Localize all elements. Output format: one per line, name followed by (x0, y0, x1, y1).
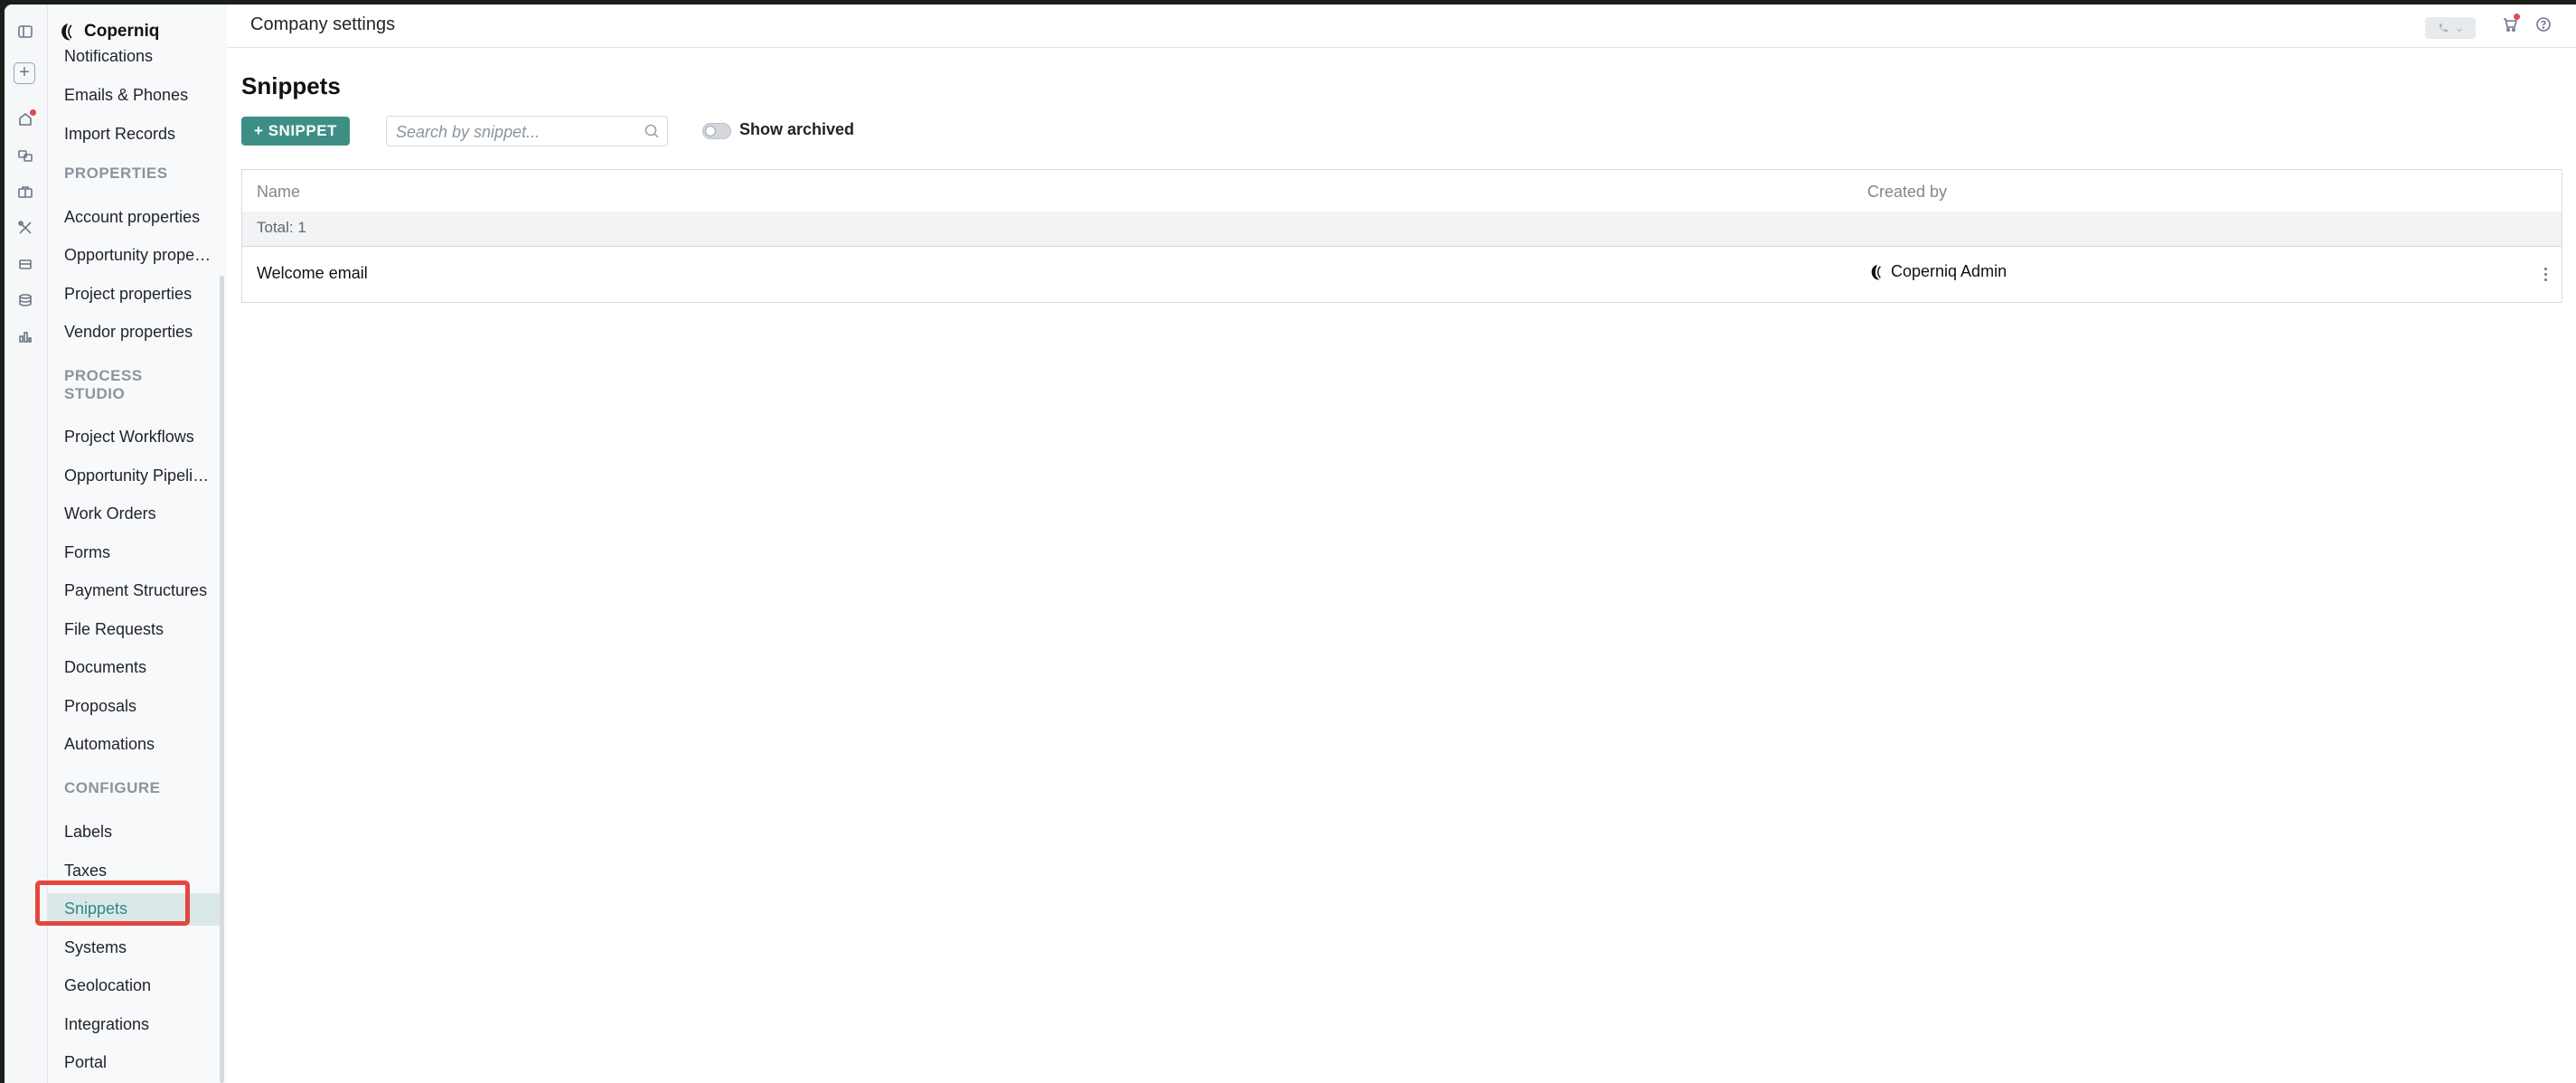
highlight-annotation (35, 881, 190, 926)
toggle-knob (705, 126, 716, 137)
sidebar-item-payment-structures[interactable]: Payment Structures (64, 581, 216, 600)
contacts-icon[interactable] (15, 146, 35, 165)
brand-name: Coperniq (84, 22, 160, 41)
search-input[interactable] (394, 117, 642, 147)
cart-icon[interactable] (2501, 14, 2523, 37)
analytics-icon[interactable] (15, 326, 35, 346)
search-icon (644, 123, 660, 139)
add-icon[interactable]: + (14, 62, 35, 84)
show-archived-label[interactable]: Show archived (739, 120, 854, 139)
brand-header: Coperniq (48, 5, 220, 50)
page-title: Snippets (241, 72, 341, 99)
column-header-name[interactable]: Name (257, 183, 300, 202)
help-icon[interactable] (2534, 15, 2556, 37)
sidebar-item-automations[interactable]: Automations (64, 735, 216, 754)
search-field[interactable] (386, 116, 668, 147)
section-heading-configure: CONFIGURE (64, 779, 161, 796)
briefcase-icon[interactable] (15, 182, 35, 202)
snippet-name[interactable]: Welcome email (257, 264, 368, 283)
sidebar-item-notifications[interactable]: Notifications (64, 47, 216, 66)
sidebar-scrollbar[interactable] (220, 276, 224, 1083)
sidebar-item-proposals[interactable]: Proposals (64, 697, 216, 716)
sidebar-item-opportunity-pipelines[interactable]: Opportunity Pipelines (64, 466, 216, 485)
sidebar-item-systems[interactable]: Systems (64, 938, 216, 957)
sidebar-item-integrations[interactable]: Integrations (64, 1015, 216, 1034)
sidebar-item-import-records[interactable]: Import Records (64, 125, 216, 144)
phone-button[interactable]: ⌄ (2425, 17, 2476, 39)
sidebar-item-geolocation[interactable]: Geolocation (64, 976, 216, 995)
main-content: Snippets + SNIPPET Show archived Name Cr… (227, 48, 2576, 1083)
add-snippet-button[interactable]: + SNIPPET (241, 117, 350, 146)
coperniq-logo-icon (1871, 264, 1881, 279)
created-by-cell: Coperniq Admin (1867, 262, 2007, 281)
sidebar-item-vendor-properties[interactable]: Vendor properties (64, 323, 216, 342)
sidebar-item-emails-phones[interactable]: Emails & Phones (64, 86, 216, 105)
table-row[interactable]: Welcome email Coperniq Admin (242, 246, 2562, 302)
sidebar-item-project-workflows[interactable]: Project Workflows (64, 428, 216, 447)
sidebar-item-labels[interactable]: Labels (64, 823, 216, 842)
cart-notification-dot (2514, 14, 2520, 20)
section-heading-process-studio: PROCESS STUDIO (64, 367, 143, 402)
sidebar-item-work-orders[interactable]: Work Orders (64, 504, 216, 523)
column-header-created-by[interactable]: Created by (1867, 183, 1947, 202)
created-by-name: Coperniq Admin (1891, 262, 2007, 280)
sidebar-item-forms[interactable]: Forms (64, 543, 216, 562)
sidebar-item-file-requests[interactable]: File Requests (64, 620, 216, 639)
notification-dot (30, 109, 36, 116)
sidebar-item-taxes[interactable]: Taxes (64, 862, 216, 881)
sidebar-item-portal[interactable]: Portal (64, 1053, 216, 1072)
sidebar-item-opportunity-properties[interactable]: Opportunity properties (64, 246, 216, 265)
more-vertical-icon[interactable] (2542, 264, 2549, 284)
sidebar-item-project-properties[interactable]: Project properties (64, 285, 216, 304)
sidebar-toggle-icon[interactable] (15, 22, 35, 42)
chevron-down-icon: ⌄ (2454, 21, 2465, 34)
sidebar-item-documents[interactable]: Documents (64, 658, 216, 677)
table-total: Total: 1 (257, 219, 306, 236)
show-archived-toggle[interactable] (702, 123, 731, 139)
coperniq-logo-icon (61, 24, 72, 41)
topbar: Company settings ⌄ (227, 5, 2576, 48)
sidebar-item-account-properties[interactable]: Account properties (64, 208, 216, 227)
app-window: + Notifications Emails & Phones Import R… (5, 5, 2576, 1083)
inbox-icon[interactable] (15, 254, 35, 274)
table-header: Name Created by (242, 170, 2562, 212)
tools-icon[interactable] (15, 218, 35, 238)
database-icon[interactable] (15, 290, 35, 310)
snippets-table: Name Created by Total: 1 Welcome email C… (241, 169, 2562, 303)
section-heading-properties: PROPERTIES (64, 165, 168, 182)
brand[interactable]: Coperniq (57, 18, 159, 45)
table-total-row: Total: 1 (242, 212, 2562, 247)
topbar-title: Company settings (250, 14, 396, 34)
phone-icon (2439, 24, 2448, 33)
